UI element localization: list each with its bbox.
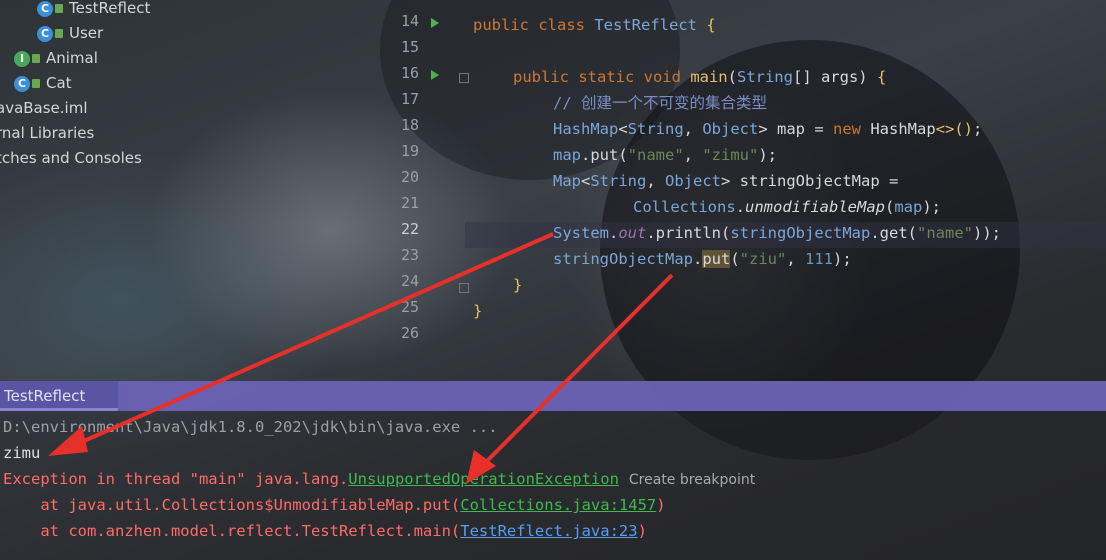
tree-item-label: avaBase.iml xyxy=(0,99,88,117)
line-number: 23 xyxy=(400,246,419,264)
code-line: public static void main(String[] args) { xyxy=(513,68,887,86)
fold-icon[interactable] xyxy=(459,73,469,83)
tree-item-label: Animal xyxy=(46,49,98,67)
code-comment: // 创建一个不可变的集合类型 xyxy=(553,90,767,116)
line-number: 25 xyxy=(400,298,419,316)
editor-gutter: 14 15 16 17 18 19 20 21 22 23 24 25 26 xyxy=(395,0,469,380)
exception-class-link[interactable]: UnsupportedOperationException xyxy=(348,470,619,488)
run-console[interactable]: D:\environment\Java\jdk1.8.0_202\jdk\bin… xyxy=(0,411,1106,560)
code-line: HashMap<String, Object> map = new HashMa… xyxy=(553,120,983,138)
run-tool-window-header: TestReflect xyxy=(0,381,1106,411)
tree-item-label: Cat xyxy=(46,74,72,92)
fold-icon[interactable] xyxy=(459,283,469,293)
line-number: 18 xyxy=(400,116,419,134)
class-icon: C xyxy=(37,0,53,17)
tree-item-label: rnal Libraries xyxy=(0,124,95,142)
code-line-current: System.out.println(stringObjectMap.get("… xyxy=(553,224,1001,242)
run-class-icon[interactable] xyxy=(431,18,439,28)
trace-text: at java.util.Collections$UnmodifiableMap… xyxy=(3,496,461,514)
tree-item-iml[interactable]: avaBase.iml xyxy=(0,97,88,119)
tree-item-user[interactable]: C User xyxy=(37,22,103,44)
comment-text: // 创建一个不可变的集合类型 xyxy=(553,94,767,112)
source-link[interactable]: Collections.java:1457 xyxy=(460,496,656,514)
class-icon: C xyxy=(14,75,30,92)
line-number: 21 xyxy=(400,194,419,212)
lock-icon xyxy=(32,54,40,63)
tree-item-label: User xyxy=(69,24,104,42)
console-stack-trace-line: at com.anzhen.model.reflect.TestReflect.… xyxy=(3,518,647,544)
trace-text: ) xyxy=(656,496,666,514)
line-number: 19 xyxy=(400,142,419,160)
code-line: } xyxy=(513,276,523,294)
console-exception-line: Exception in thread "main" java.lang.Uns… xyxy=(3,466,755,492)
trace-text: ) xyxy=(637,522,647,540)
line-number: 26 xyxy=(400,324,419,342)
source-link[interactable]: TestReflect.java:23 xyxy=(460,522,637,540)
line-number-current: 22 xyxy=(400,220,419,238)
line-number: 16 xyxy=(400,64,419,82)
tree-item-cat[interactable]: C Cat xyxy=(14,72,72,94)
tree-item-testreflect[interactable]: C TestReflect xyxy=(37,0,150,19)
line-number: 20 xyxy=(400,168,419,186)
tree-item-animal[interactable]: I Animal xyxy=(14,47,98,69)
tree-item-external-libraries[interactable]: rnal Libraries xyxy=(0,122,94,144)
line-number: 14 xyxy=(400,12,419,30)
exception-prefix: Exception in thread "main" java.lang. xyxy=(3,470,349,488)
code-line: stringObjectMap.put("ziu", 111); xyxy=(553,250,852,268)
code-line: } xyxy=(473,302,483,320)
code-editor[interactable]: public class TestReflect { public static… xyxy=(473,0,1106,380)
trace-text: at com.anzhen.model.reflect.TestReflect.… xyxy=(3,522,461,540)
tab-testreflect[interactable]: TestReflect xyxy=(0,381,118,411)
console-command: D:\environment\Java\jdk1.8.0_202\jdk\bin… xyxy=(3,418,498,436)
run-main-icon[interactable] xyxy=(431,70,439,80)
create-breakpoint-tooltip[interactable]: Create breakpoint xyxy=(629,472,755,488)
console-stack-trace-line: at java.util.Collections$UnmodifiableMap… xyxy=(3,492,666,518)
line-number: 24 xyxy=(400,272,419,290)
interface-icon: I xyxy=(14,50,30,67)
class-icon: C xyxy=(37,25,53,42)
console-output: zimu xyxy=(3,444,41,462)
lock-icon xyxy=(32,79,40,88)
line-number: 15 xyxy=(400,38,419,56)
tree-item-label: TestReflect xyxy=(69,0,151,17)
lock-icon xyxy=(55,29,63,38)
lock-icon xyxy=(55,4,63,13)
code-line: public class TestReflect { xyxy=(473,16,716,34)
tree-item-scratches[interactable]: tches and Consoles xyxy=(0,147,142,169)
code-line: map.put("name", "zimu"); xyxy=(553,146,778,164)
tree-item-label: tches and Consoles xyxy=(0,149,142,167)
line-number: 17 xyxy=(400,90,419,108)
project-tree: C TestReflect C User I Animal C Cat avaBase.… xyxy=(0,0,390,380)
code-line: Collections.unmodifiableMap(map); xyxy=(633,198,941,216)
code-line: Map<String, Object> stringObjectMap = xyxy=(553,172,899,190)
